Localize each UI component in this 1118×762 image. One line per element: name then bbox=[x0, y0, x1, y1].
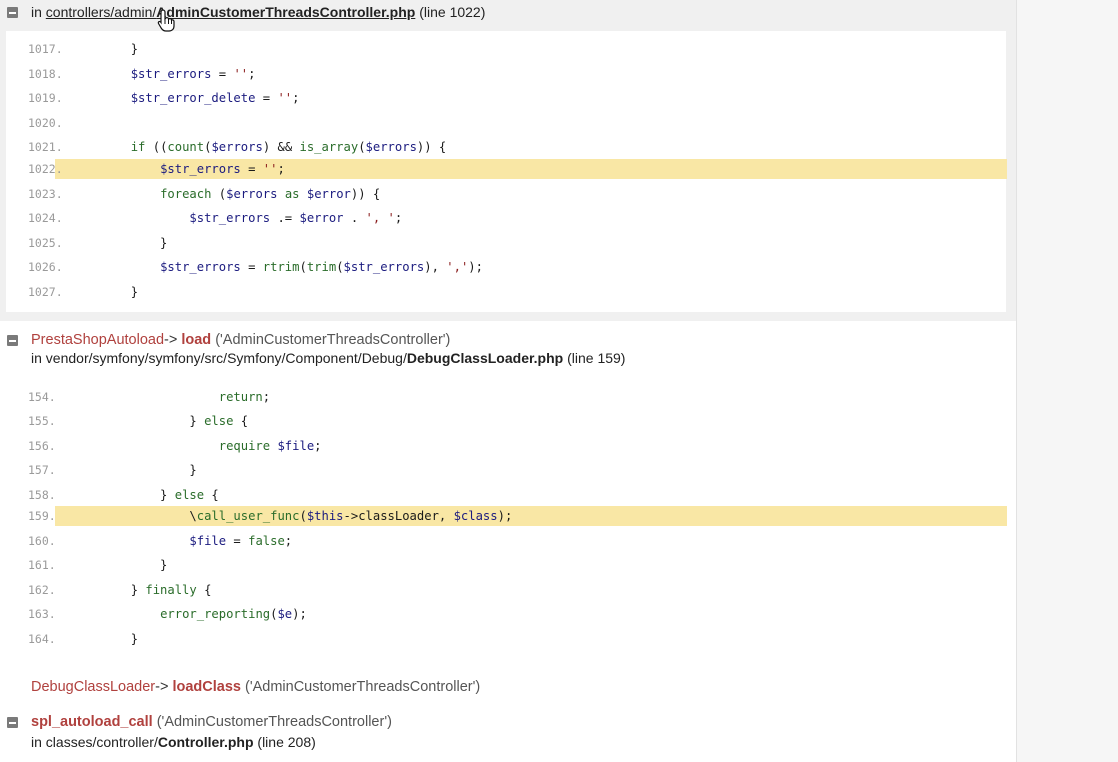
line-number: 1024. bbox=[28, 211, 63, 225]
code-text: \call_user_func($this->classLoader, $cla… bbox=[72, 509, 513, 523]
code-line: 1026. $str_errors = rtrim(trim($str_erro… bbox=[6, 257, 1006, 277]
code-text: error_reporting($e); bbox=[160, 607, 307, 621]
line-number: 1020. bbox=[28, 116, 63, 130]
line-number: 163. bbox=[28, 607, 56, 621]
frame-1-location: in controllers/admin/AdminCustomerThread… bbox=[31, 4, 486, 20]
code-line: 1021. if ((count($errors) && is_array($e… bbox=[6, 137, 1006, 157]
line-number: 1022. bbox=[28, 162, 63, 176]
frame-2-call: PrestaShopAutoload-> load ('AdminCustome… bbox=[31, 332, 451, 348]
stack-frame-1: in controllers/admin/AdminCustomerThread… bbox=[0, 0, 1016, 321]
code-line: 161. } bbox=[6, 555, 1006, 575]
code-text: $str_errors .= $error . ', '; bbox=[189, 211, 403, 225]
line-number: 161. bbox=[28, 558, 56, 572]
collapse-toggle-icon[interactable] bbox=[7, 335, 18, 346]
line-number: 158. bbox=[28, 488, 56, 502]
code-text: $str_errors = ''; bbox=[160, 162, 285, 176]
line-number: 1023. bbox=[28, 187, 63, 201]
code-line: 157. } bbox=[6, 460, 1006, 480]
code-snippet-2: 154. return; 155. } else { 156. require $f… bbox=[6, 378, 1007, 652]
line-number: 1026. bbox=[28, 260, 63, 274]
code-text: $str_error_delete = ''; bbox=[130, 91, 300, 105]
code-text: $str_errors = ''; bbox=[130, 67, 256, 81]
frame-4-location: in classes/controller/Controller.php (li… bbox=[31, 734, 316, 750]
code-text: $str_errors = rtrim(trim($str_errors), '… bbox=[160, 260, 483, 274]
hand-cursor-icon bbox=[157, 9, 175, 32]
code-text: } finally { bbox=[72, 583, 212, 597]
line-number: 154. bbox=[28, 390, 56, 404]
code-text: foreach ($errors as $error)) { bbox=[160, 187, 381, 201]
code-line: 154. return; bbox=[6, 387, 1006, 407]
code-line: 1019. $str_error_delete = ''; bbox=[6, 88, 1006, 108]
code-text: } bbox=[72, 285, 139, 299]
code-line: 158. } else { bbox=[6, 485, 1006, 505]
line-number: 157. bbox=[28, 463, 56, 477]
code-line: 159. \call_user_func($this->classLoader,… bbox=[28, 506, 1007, 526]
collapse-toggle-icon[interactable] bbox=[7, 717, 18, 728]
code-line: 1020. bbox=[6, 113, 1006, 133]
code-text: $file = false; bbox=[189, 534, 293, 548]
code-line: 1022. $str_errors = ''; bbox=[28, 159, 1007, 179]
line-number: 155. bbox=[28, 414, 56, 428]
code-text: } bbox=[72, 632, 139, 646]
code-text: } else { bbox=[72, 414, 249, 428]
code-text: require $file; bbox=[218, 439, 322, 453]
line-number: 164. bbox=[28, 632, 56, 646]
code-text: } else { bbox=[72, 488, 219, 502]
code-line: 1017. } bbox=[6, 39, 1006, 59]
code-line: 163. error_reporting($e); bbox=[6, 604, 1006, 624]
code-line: 156. require $file; bbox=[6, 436, 1006, 456]
frame-4-call: spl_autoload_call ('AdminCustomerThreads… bbox=[31, 714, 392, 730]
frame-3-call: DebugClassLoader-> loadClass ('AdminCust… bbox=[31, 679, 481, 695]
line-number: 1025. bbox=[28, 236, 63, 250]
code-line: 162. } finally { bbox=[6, 580, 1006, 600]
code-line: 1025. } bbox=[6, 233, 1006, 253]
code-text: } bbox=[72, 236, 168, 250]
code-line: 1023. foreach ($errors as $error)) { bbox=[6, 184, 1006, 204]
collapse-toggle-icon[interactable] bbox=[7, 7, 18, 18]
line-number: 1018. bbox=[28, 67, 63, 81]
code-text: } bbox=[72, 558, 168, 572]
code-line: 1027. } bbox=[6, 282, 1006, 302]
line-number: 159. bbox=[28, 509, 56, 523]
line-number: 1017. bbox=[28, 42, 63, 56]
line-number: 1021. bbox=[28, 140, 63, 154]
code-line: 164. } bbox=[6, 629, 1006, 649]
code-text: } bbox=[72, 42, 139, 56]
line-number: 1027. bbox=[28, 285, 63, 299]
code-line: 155. } else { bbox=[6, 411, 1006, 431]
line-number: 156. bbox=[28, 439, 56, 453]
line-number: 1019. bbox=[28, 91, 63, 105]
code-text: return; bbox=[218, 390, 271, 404]
file-path-link[interactable]: controllers/admin/AdminCustomerThreadsCo… bbox=[46, 4, 416, 20]
code-line: 1024. $str_errors .= $error . ', '; bbox=[6, 208, 1006, 228]
code-snippet-1: 1017. } 1018. $str_errors = ''; 1019. $str… bbox=[6, 31, 1007, 312]
side-panel bbox=[1016, 0, 1118, 762]
stack-trace-panel: in controllers/admin/AdminCustomerThread… bbox=[0, 0, 1016, 762]
code-line: 160. $file = false; bbox=[6, 531, 1006, 551]
frame-2-location: in vendor/symfony/symfony/src/Symfony/Co… bbox=[31, 350, 626, 366]
line-number: 162. bbox=[28, 583, 56, 597]
line-number: 160. bbox=[28, 534, 56, 548]
code-text: } bbox=[72, 463, 197, 477]
code-text: if ((count($errors) && is_array($errors)… bbox=[130, 140, 447, 154]
code-line: 1018. $str_errors = ''; bbox=[6, 64, 1006, 84]
